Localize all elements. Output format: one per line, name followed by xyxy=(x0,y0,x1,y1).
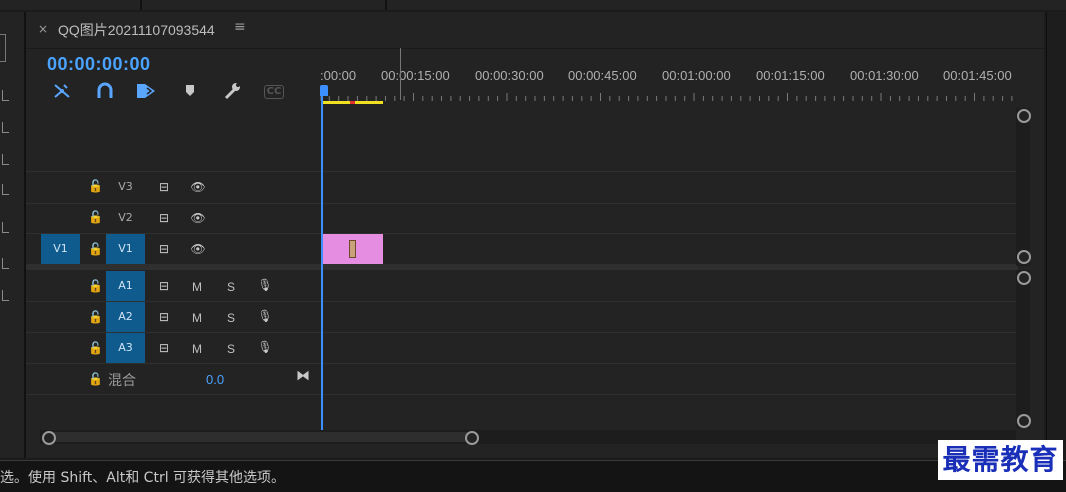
close-tab-icon[interactable]: × xyxy=(38,22,48,36)
track-divider xyxy=(26,394,1016,395)
lock-icon[interactable]: 🔓 xyxy=(88,242,103,256)
video-audio-divider[interactable] xyxy=(26,264,1018,270)
track-target-a2[interactable]: A2 xyxy=(106,302,145,332)
source-patch-v3[interactable] xyxy=(41,172,80,202)
playhead-timecode[interactable]: 00:00:00:00 xyxy=(47,54,151,75)
eye-icon[interactable]: 👁 xyxy=(189,180,207,194)
ruler-time-label: :00:00 xyxy=(320,68,357,83)
scroll-knob-top[interactable] xyxy=(1017,109,1031,123)
linked-selection-icon[interactable] xyxy=(94,82,116,100)
track-target-v3[interactable]: V3 xyxy=(106,172,145,202)
ruler-time-label: 00:01:30:00 xyxy=(850,68,919,83)
track-target-a1[interactable]: A1 xyxy=(106,271,145,301)
playhead-handle[interactable] xyxy=(320,85,328,96)
hover-cursor-line xyxy=(400,48,401,100)
lock-icon[interactable]: 🔓 xyxy=(88,210,103,224)
sync-lock-icon[interactable]: ⊟ xyxy=(156,242,172,256)
panel-edge-box xyxy=(0,34,6,62)
mix-track-label: 混合 xyxy=(108,373,136,389)
track-divider xyxy=(26,203,1016,204)
ruler-time-label: 00:00:45:00 xyxy=(568,68,637,83)
right-panel-edge xyxy=(1046,12,1066,458)
watermark-logo: 最需教育 xyxy=(938,440,1063,480)
video-vertical-scrollbar[interactable] xyxy=(1016,108,1030,266)
scroll-knob-right[interactable] xyxy=(465,431,479,445)
tool-mark xyxy=(2,90,9,101)
lock-icon[interactable]: 🔓 xyxy=(88,310,103,324)
time-ruler-ticks[interactable] xyxy=(320,93,1018,101)
microphone-icon[interactable]: 🎙 xyxy=(257,278,273,292)
track-divider xyxy=(26,233,1016,234)
sync-lock-icon[interactable]: ⊟ xyxy=(156,341,172,355)
lock-icon[interactable]: 🔓 xyxy=(88,179,103,193)
mix-volume-value[interactable]: 0.0 xyxy=(206,372,224,387)
tools-panel-partial xyxy=(0,12,26,458)
scroll-knob-left[interactable] xyxy=(42,431,56,445)
track-divider xyxy=(26,363,1016,364)
add-marker-icon[interactable] xyxy=(179,82,201,100)
tool-mark xyxy=(2,290,9,301)
work-area-render-marker xyxy=(350,101,355,104)
source-patch-v2[interactable] xyxy=(41,203,80,233)
sync-lock-icon[interactable]: ⊟ xyxy=(156,211,172,225)
lock-icon[interactable]: 🔓 xyxy=(88,372,103,386)
panel-divider xyxy=(140,0,142,10)
scroll-knob-bottom[interactable] xyxy=(1017,250,1031,264)
tool-mark xyxy=(2,122,9,133)
solo-button[interactable]: S xyxy=(227,280,235,294)
panel-divider xyxy=(385,0,387,10)
lock-icon[interactable]: 🔓 xyxy=(88,279,103,293)
sync-lock-icon[interactable]: ⊟ xyxy=(156,279,172,293)
ruler-time-label: 00:00:15:00 xyxy=(381,68,450,83)
ruler-time-label: 00:00:30:00 xyxy=(475,68,544,83)
ruler-time-label: 00:01:00:00 xyxy=(662,68,731,83)
sync-lock-icon[interactable]: ⊟ xyxy=(156,180,172,194)
ruler-time-label: 00:01:15:00 xyxy=(756,68,825,83)
track-target-a3[interactable]: A3 xyxy=(106,333,145,363)
track-divider xyxy=(26,171,1016,172)
playhead-line[interactable] xyxy=(321,96,323,430)
top-panel-strip xyxy=(0,0,1066,10)
audio-vertical-scrollbar[interactable] xyxy=(1016,270,1030,428)
panel-menu-icon[interactable]: ≡ xyxy=(234,19,246,35)
track-target-v2[interactable]: V2 xyxy=(106,203,145,233)
eye-icon[interactable]: 👁 xyxy=(189,242,207,256)
tool-mark xyxy=(2,184,9,195)
lock-icon[interactable]: 🔓 xyxy=(88,341,103,355)
scroll-knob-bottom[interactable] xyxy=(1017,414,1031,428)
mute-button[interactable]: M xyxy=(192,280,202,294)
source-patch-v1[interactable]: V1 xyxy=(41,234,80,264)
horizontal-scroll-thumb[interactable] xyxy=(46,432,474,442)
tool-mark xyxy=(2,222,9,233)
microphone-icon[interactable]: 🎙 xyxy=(257,309,273,323)
solo-button[interactable]: S xyxy=(227,311,235,325)
snap-icon[interactable] xyxy=(51,82,73,100)
tool-mark xyxy=(2,154,9,165)
track-divider xyxy=(26,301,1016,302)
eye-icon[interactable]: 👁 xyxy=(189,211,207,225)
mute-button[interactable]: M xyxy=(192,311,202,325)
clip-edit-marker xyxy=(349,240,356,258)
track-target-v1[interactable]: V1 xyxy=(106,234,145,264)
scroll-knob-top[interactable] xyxy=(1017,271,1031,285)
captions-icon[interactable]: CC xyxy=(264,85,284,99)
mute-button[interactable]: M xyxy=(192,342,202,356)
sync-lock-icon[interactable]: ⊟ xyxy=(156,310,172,324)
microphone-icon[interactable]: 🎙 xyxy=(257,340,273,354)
wrench-icon[interactable] xyxy=(221,82,243,100)
tool-mark xyxy=(2,258,9,269)
insert-overwrite-icon[interactable] xyxy=(135,82,157,100)
bowtie-icon[interactable]: ⧓ xyxy=(296,368,310,384)
solo-button[interactable]: S xyxy=(227,342,235,356)
sequence-tab-title[interactable]: QQ图片20211107093544 xyxy=(58,20,215,40)
track-divider xyxy=(26,332,1016,333)
ruler-time-label: 00:01:45:00 xyxy=(943,68,1012,83)
status-hint-text: 选。使用 Shift、Alt和 Ctrl 可获得其他选项。 xyxy=(0,470,286,486)
